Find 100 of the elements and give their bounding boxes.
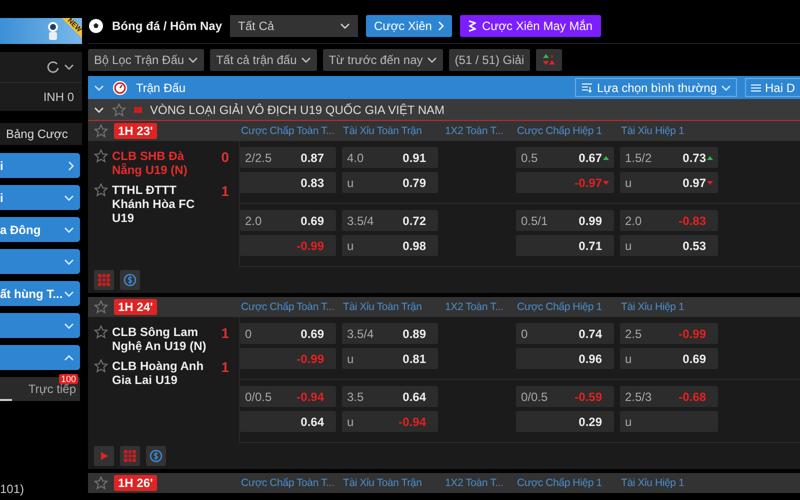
menu-item[interactable]: i (0, 153, 80, 178)
chevron-down-icon (188, 57, 198, 63)
team-score: 1 (221, 325, 230, 341)
team-score: 1 (221, 359, 230, 375)
team-score: 0 (221, 149, 230, 165)
column-header: Cược Chấp Toàn T... (240, 125, 334, 137)
star-icon[interactable] (94, 149, 108, 163)
odds-cell[interactable]: 1.5/2 0.73 (620, 147, 718, 168)
column-header: Tài Xỉu Hiệp 1 (620, 125, 684, 137)
odds-cell[interactable]: 2/2.5 0.87 (240, 147, 336, 168)
column-header: Cược Chấp Hiệp 1 (516, 125, 602, 137)
chevron-right-icon (68, 160, 74, 170)
flag-icon (134, 106, 142, 112)
star-icon[interactable] (94, 183, 108, 197)
column-header: Cược Chấp Hiệp 1 (516, 301, 602, 313)
odds-cell[interactable]: u 0.79 (342, 172, 438, 193)
mode-button[interactable]: Hai D (744, 78, 800, 97)
team-name: CLB SHB Đà Nẵng U19 (N) (112, 149, 188, 177)
odds-cell[interactable]: 0.64 (240, 411, 336, 432)
odds-cell[interactable]: 2.0 -0.83 (620, 210, 718, 231)
column-header: Tài Xỉu Hiệp 1 (620, 477, 684, 489)
match-time-badge: 1H 24' (114, 299, 157, 315)
team-name: CLB Hoàng Anh Gia Lai U19 (112, 359, 205, 387)
odds-cell[interactable]: u 0.81 (342, 348, 438, 369)
column-header: Tài Xỉu Toàn Trận (342, 301, 422, 313)
odds-cell[interactable]: 0.5/1 0.99 (516, 210, 614, 231)
filter-dropdown[interactable]: Bộ Lọc Trận Đấu (88, 49, 204, 71)
grid-button[interactable] (120, 446, 140, 466)
column-header: Tài Xỉu Toàn Trận (342, 477, 422, 489)
column-header: 1X2 Toàn T... (444, 125, 504, 137)
odds-cell[interactable]: 0.5 0.67 (516, 147, 614, 168)
chevron-down-icon (64, 194, 74, 200)
odds-cell[interactable]: 4.0 0.91 (342, 147, 438, 168)
menu-item[interactable]: a Đông (0, 217, 80, 242)
odds-cell[interactable]: u (620, 411, 718, 432)
menu-item[interactable]: ất hùng T... (0, 281, 80, 306)
live-tab[interactable]: Trực tiếp 100 (0, 377, 80, 401)
refresh-icon[interactable] (46, 60, 60, 74)
odds-cell[interactable]: 0/0.5 -0.94 (240, 386, 336, 407)
section-title: Trận Đấu (136, 80, 187, 94)
play-icon (99, 451, 109, 461)
filter-dropdown[interactable]: Tất cả trận đấu (210, 49, 317, 71)
cash-out-button[interactable] (120, 270, 140, 290)
odds-cell[interactable]: u 0.97 (620, 172, 718, 193)
odds-cell[interactable]: 2.5/3 -0.68 (620, 386, 718, 407)
parlay-button[interactable]: Cược Xiên (366, 15, 452, 37)
odds-cell[interactable]: u 0.98 (342, 235, 438, 256)
odds-cell[interactable]: u 0.69 (620, 348, 718, 369)
team-name: CLB Sông Lam Nghệ An U19 (N) (112, 325, 208, 353)
stopwatch-icon (112, 80, 128, 96)
list-icon (750, 84, 761, 92)
odds-cell[interactable]: 3.5 0.64 (342, 386, 438, 407)
star-icon[interactable] (94, 359, 108, 373)
dollar-icon (149, 449, 163, 463)
odds-cell[interactable]: 2.0 0.69 (240, 210, 336, 231)
odds-cell[interactable]: 0/0.5 -0.59 (516, 386, 614, 407)
star-icon[interactable] (112, 102, 126, 116)
chevron-up-icon (64, 354, 74, 360)
lucky-parlay-button[interactable]: Cược Xiên May Mắn (460, 15, 601, 37)
filter-dropdown[interactable]: Từ trước đến nay (322, 49, 443, 71)
cash-out-button[interactable] (146, 446, 166, 466)
chevron-down-icon (64, 226, 74, 232)
grid-button[interactable] (94, 270, 114, 290)
category-dropdown[interactable]: Tất Cả (230, 15, 358, 37)
odds-cell[interactable]: u -0.94 (342, 411, 438, 432)
chevron-down-icon (64, 322, 74, 328)
chevron-down-icon (720, 84, 731, 90)
section-title: Bảng Cược (6, 127, 68, 141)
star-icon[interactable] (94, 300, 108, 314)
chevron-right-icon (438, 21, 444, 31)
soccer-ball-icon (88, 18, 104, 34)
odds-cell[interactable]: 0 0.74 (516, 323, 614, 344)
view-dropdown[interactable]: Lựa chọn bình thường (574, 78, 737, 97)
odds-cell[interactable]: u 0.53 (620, 235, 718, 256)
count-badge: 100 (58, 374, 78, 384)
chevron-down-icon (340, 23, 350, 29)
league-name: VÒNG LOẠI GIẢI VÔ ĐỊCH U19 QUỐC GIA VIỆT NAM (150, 102, 445, 116)
league-count-button[interactable]: (51 / 51) Giải (448, 49, 530, 71)
chevron-down-icon (64, 290, 74, 296)
star-icon[interactable] (94, 124, 108, 138)
star-icon[interactable] (94, 325, 108, 339)
breadcrumb-title: Bóng đá / Hôm Nay (112, 19, 222, 33)
team-name: TTHL ĐTTT Khánh Hòa FC U19 (112, 183, 196, 225)
odds-cell[interactable]: 0.29 (516, 411, 614, 432)
odds-cell[interactable]: 0.96 (516, 348, 614, 369)
sort-arrows-icon (542, 53, 556, 67)
column-header: Cược Chấp Toàn T... (240, 301, 334, 313)
match-time-badge: 1H 23' (114, 123, 157, 139)
team-score: 1 (221, 183, 230, 199)
menu-item[interactable]: i (0, 185, 80, 210)
odds-cell[interactable]: 2.5 -0.99 (620, 323, 718, 344)
odds-cell[interactable]: 3.5/4 0.72 (342, 210, 438, 231)
odds-cell[interactable]: 3.5/4 0.89 (342, 323, 438, 344)
play-button[interactable] (94, 446, 114, 466)
match-time-badge: 1H 26' (114, 475, 157, 491)
odds-cell[interactable]: 0 0.69 (240, 323, 336, 344)
star-icon[interactable] (94, 476, 108, 490)
odds-cell[interactable]: 0.71 (516, 235, 614, 256)
odds-cell[interactable]: 0.83 (240, 172, 336, 193)
sort-button[interactable] (536, 49, 562, 71)
